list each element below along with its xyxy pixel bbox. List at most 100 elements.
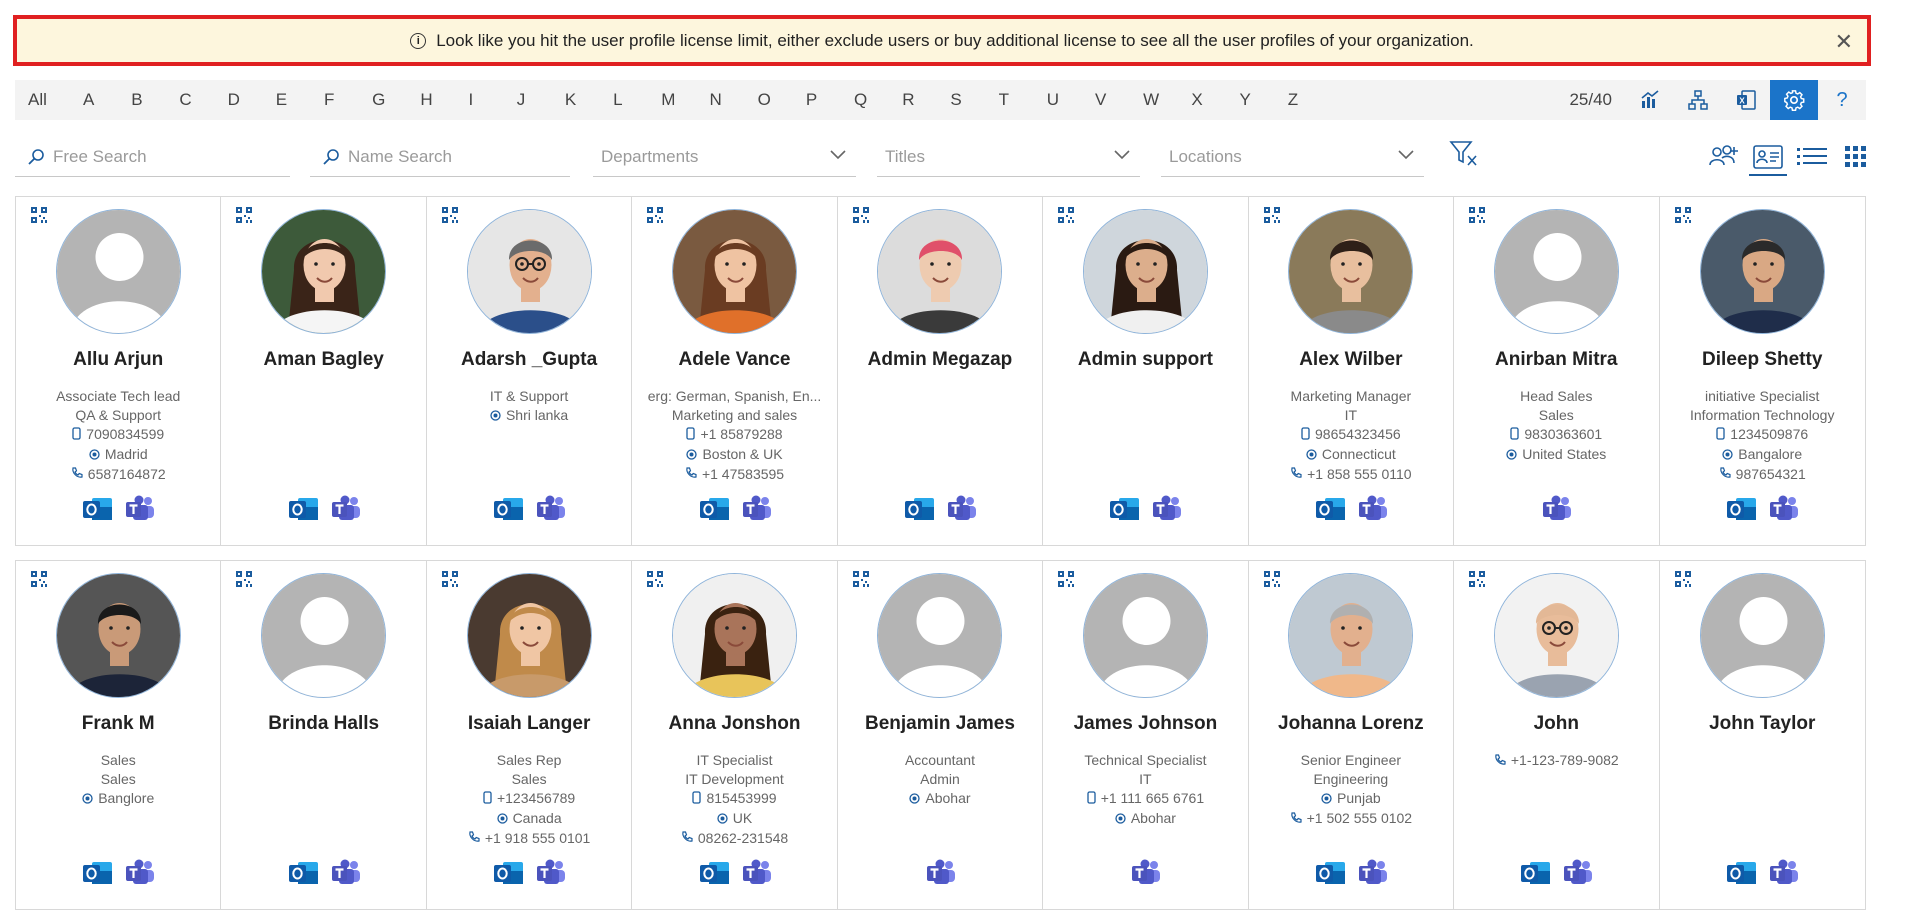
avatar[interactable]	[672, 209, 798, 334]
avatar[interactable]	[55, 209, 181, 334]
alphabet-letter-h[interactable]: H	[420, 90, 468, 110]
teams-icon[interactable]	[330, 858, 360, 888]
qr-code-icon[interactable]	[1058, 207, 1075, 228]
teams-icon[interactable]	[741, 494, 771, 524]
outlook-icon[interactable]	[699, 494, 729, 524]
locations-dropdown[interactable]: Locations	[1161, 138, 1424, 177]
profile-card[interactable]: Benjamin James Accountant Admin Abohar	[838, 561, 1044, 909]
alphabet-letter-v[interactable]: V	[1095, 90, 1143, 110]
alphabet-letter-j[interactable]: J	[517, 90, 565, 110]
qr-code-icon[interactable]	[1674, 207, 1691, 228]
profile-name[interactable]: Adele Vance	[632, 349, 836, 373]
profile-name[interactable]: Frank M	[16, 713, 220, 737]
outlook-icon[interactable]	[1315, 858, 1345, 888]
outlook-icon[interactable]	[288, 858, 318, 888]
avatar[interactable]	[261, 573, 387, 698]
profile-card[interactable]: Adarsh _Gupta IT & Support Shri lanka	[427, 197, 633, 545]
outlook-icon[interactable]	[493, 858, 524, 888]
close-icon[interactable]: ✕	[1835, 29, 1853, 55]
alphabet-letter-l[interactable]: L	[613, 90, 661, 110]
avatar[interactable]	[55, 573, 181, 698]
avatar[interactable]	[1288, 209, 1414, 334]
alphabet-letter-o[interactable]: O	[758, 90, 806, 110]
avatar[interactable]	[672, 573, 798, 698]
alphabet-letter-f[interactable]: F	[324, 90, 372, 110]
avatar[interactable]	[1082, 573, 1208, 698]
qr-code-icon[interactable]	[852, 571, 869, 592]
titles-dropdown[interactable]: Titles	[877, 138, 1140, 177]
alphabet-letter-b[interactable]: B	[131, 90, 179, 110]
outlook-icon[interactable]	[904, 494, 934, 524]
alphabet-letter-s[interactable]: S	[950, 90, 998, 110]
avatar[interactable]	[877, 209, 1003, 334]
qr-code-icon[interactable]	[647, 571, 664, 592]
qr-code-icon[interactable]	[852, 207, 869, 228]
outlook-icon[interactable]	[1315, 494, 1345, 524]
teams-icon[interactable]	[330, 494, 360, 524]
avatar[interactable]	[466, 209, 592, 334]
qr-code-icon[interactable]	[1058, 571, 1075, 592]
alphabet-letter-e[interactable]: E	[276, 90, 324, 110]
profile-card[interactable]: Allu Arjun Associate Tech lead QA & Suppor…	[16, 197, 222, 545]
profile-name[interactable]: Isaiah Langer	[427, 713, 631, 737]
qr-code-icon[interactable]	[1263, 571, 1280, 592]
profile-name[interactable]: Admin Megazap	[838, 349, 1042, 373]
qr-code-icon[interactable]	[1469, 207, 1486, 228]
alphabet-letter-n[interactable]: N	[709, 90, 757, 110]
teams-icon[interactable]	[124, 858, 155, 888]
profile-name[interactable]: Admin support	[1043, 349, 1247, 373]
alphabet-letter-m[interactable]: M	[661, 90, 709, 110]
card-view-icon[interactable]	[1749, 140, 1787, 176]
profile-card[interactable]: Johanna Lorenz Senior Engineer Engineering…	[1249, 561, 1455, 909]
teams-icon[interactable]	[1768, 858, 1799, 888]
alphabet-letter-all[interactable]: All	[28, 90, 83, 110]
departments-dropdown[interactable]: Departments	[593, 138, 856, 177]
avatar[interactable]	[1493, 209, 1619, 334]
teams-icon[interactable]	[925, 858, 955, 888]
profile-name[interactable]: Dileep Shetty	[1660, 349, 1865, 373]
excel-export-icon[interactable]: X	[1722, 80, 1770, 120]
qr-code-icon[interactable]	[441, 571, 458, 592]
avatar[interactable]	[1699, 209, 1825, 334]
alphabet-letter-r[interactable]: R	[902, 90, 950, 110]
alphabet-letter-i[interactable]: I	[469, 90, 517, 110]
free-search-field[interactable]: Free Search	[15, 138, 290, 177]
alphabet-letter-z[interactable]: Z	[1288, 90, 1336, 110]
avatar[interactable]	[1493, 573, 1619, 698]
qr-code-icon[interactable]	[1674, 571, 1691, 592]
alphabet-letter-p[interactable]: P	[806, 90, 854, 110]
profile-card[interactable]: Isaiah Langer Sales Rep Sales +123456789 Can…	[427, 561, 633, 909]
teams-icon[interactable]	[1151, 494, 1182, 524]
profile-name[interactable]: John Taylor	[1660, 713, 1865, 737]
outlook-icon[interactable]	[82, 494, 113, 524]
teams-icon[interactable]	[946, 494, 976, 524]
avatar[interactable]	[466, 573, 592, 698]
profile-name[interactable]: Anna Jonshon	[632, 713, 836, 737]
teams-icon[interactable]	[741, 858, 771, 888]
alphabet-letter-q[interactable]: Q	[854, 90, 902, 110]
profile-name[interactable]: Brinda Halls	[221, 713, 425, 737]
profile-card[interactable]: Adele Vance erg: German, Spanish, En... Ma…	[632, 197, 838, 545]
settings-gear-icon[interactable]	[1770, 80, 1818, 120]
teams-icon[interactable]	[1357, 858, 1387, 888]
profile-card[interactable]: James Johnson Technical Specialist IT +1 11…	[1043, 561, 1249, 909]
avatar[interactable]	[877, 573, 1003, 698]
qr-code-icon[interactable]	[647, 207, 664, 228]
profile-card[interactable]: Admin support	[1043, 197, 1249, 545]
qr-code-icon[interactable]	[236, 571, 253, 592]
outlook-icon[interactable]	[288, 494, 318, 524]
profile-card[interactable]: Alex Wilber Marketing Manager IT 9865432345…	[1249, 197, 1455, 545]
alphabet-letter-k[interactable]: K	[565, 90, 613, 110]
outlook-icon[interactable]	[1726, 858, 1757, 888]
profile-name[interactable]: Allu Arjun	[16, 349, 220, 373]
teams-icon[interactable]	[1357, 494, 1387, 524]
profile-name[interactable]: Alex Wilber	[1249, 349, 1453, 373]
profile-name[interactable]: James Johnson	[1043, 713, 1247, 737]
outlook-icon[interactable]	[493, 494, 524, 524]
alphabet-letter-w[interactable]: W	[1143, 90, 1191, 110]
profile-card[interactable]: Admin Megazap	[838, 197, 1044, 545]
profile-name[interactable]: Benjamin James	[838, 713, 1042, 737]
profile-card[interactable]: Dileep Shetty initiative Specialist Inform…	[1660, 197, 1865, 545]
grid-view-icon[interactable]	[1837, 140, 1875, 174]
analytics-icon[interactable]	[1626, 80, 1674, 120]
